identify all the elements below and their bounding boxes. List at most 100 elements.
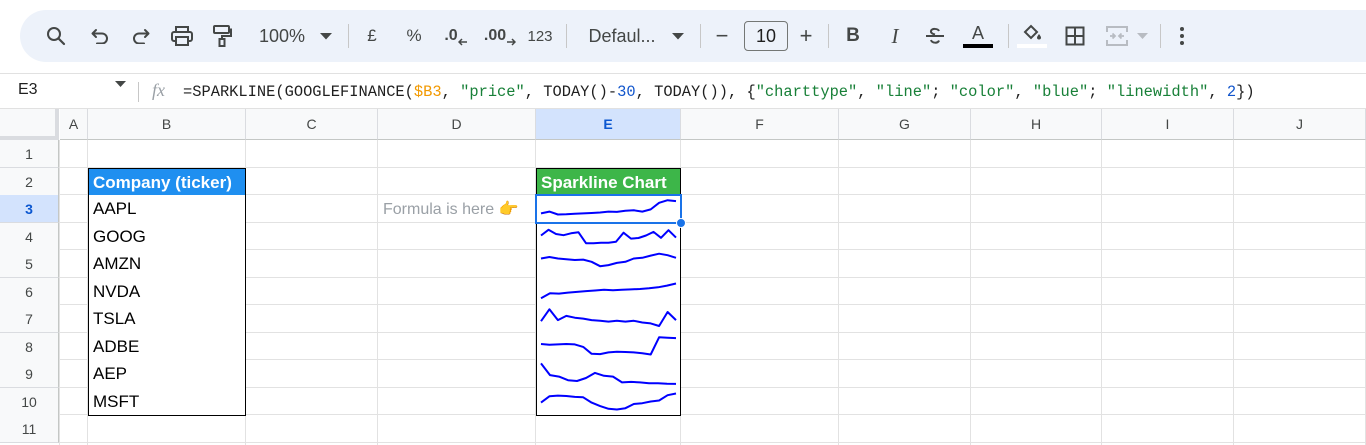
- name-box[interactable]: E3: [18, 81, 38, 99]
- column-header-e[interactable]: E: [536, 109, 681, 140]
- toolbar-divider: [1008, 24, 1009, 48]
- select-all-corner[interactable]: [0, 109, 59, 140]
- ticker-cell-tsla[interactable]: TSLA: [88, 305, 246, 334]
- paint-format-icon[interactable]: [206, 10, 238, 62]
- sparkline-line: [540, 362, 677, 385]
- sparkline-line: [540, 199, 677, 216]
- ticker-cell-aapl[interactable]: AAPL: [88, 195, 246, 224]
- ticker-cell-amzn[interactable]: AMZN: [88, 250, 246, 279]
- arrow-left-icon: [457, 38, 467, 46]
- chevron-down-icon[interactable]: [1134, 10, 1150, 62]
- sparkline-svg: [540, 308, 677, 327]
- ticker-cell-aep[interactable]: AEP: [88, 360, 246, 389]
- sparkline-aapl[interactable]: [536, 195, 681, 224]
- column-header-h[interactable]: H: [971, 109, 1102, 140]
- toolbar-divider: [700, 24, 701, 48]
- increase-decimal-button[interactable]: .00: [482, 10, 518, 62]
- fill-color-button[interactable]: [1016, 10, 1048, 62]
- row-header-6[interactable]: 6: [0, 278, 59, 306]
- sparkline-adbe[interactable]: [536, 333, 681, 361]
- sparkline-line: [540, 252, 677, 268]
- column-header-i[interactable]: I: [1102, 109, 1234, 140]
- sheet-grid[interactable]: A B C D E F G H I J 1 2 3 4 5 6 7 8 9 10 11 Company (ticker) S…: [0, 109, 1366, 445]
- sparkline-svg: [540, 199, 677, 216]
- column-header-b[interactable]: B: [88, 109, 246, 140]
- toolbar-divider: [348, 24, 349, 48]
- number-format-label: 123: [527, 27, 553, 45]
- font-select[interactable]: Defaul...: [582, 10, 662, 62]
- column-header-d[interactable]: D: [378, 109, 536, 140]
- row-header-8[interactable]: 8: [0, 333, 59, 361]
- formula-text: ,: [1208, 83, 1227, 101]
- percent-format-button[interactable]: %: [402, 10, 426, 62]
- ticker-cell-adbe[interactable]: ADBE: [88, 333, 246, 361]
- sparkline-aep[interactable]: [536, 360, 681, 389]
- formula-string: "price": [460, 83, 525, 101]
- bold-button[interactable]: B: [840, 10, 866, 62]
- column-header-c[interactable]: C: [246, 109, 378, 140]
- row-header-9[interactable]: 9: [0, 360, 59, 388]
- row-header-2[interactable]: 2: [0, 168, 59, 196]
- merge-cells-icon[interactable]: [1102, 10, 1132, 62]
- sparkline-chart-header[interactable]: Sparkline Chart: [536, 168, 681, 197]
- sparkline-svg: [540, 362, 677, 385]
- row-header-4[interactable]: 4: [0, 223, 59, 251]
- formula-input[interactable]: =SPARKLINE(GOOGLEFINANCE($B3, "price", T…: [183, 83, 1255, 101]
- sparkline-amzn[interactable]: [536, 250, 681, 279]
- font-size-input[interactable]: 10: [744, 21, 788, 51]
- redo-icon[interactable]: [125, 10, 157, 62]
- sparkline-goog[interactable]: [536, 223, 681, 251]
- sparkline-msft[interactable]: [536, 388, 681, 416]
- decrease-decimal-button[interactable]: .0: [440, 10, 472, 62]
- zoom-value: 100%: [258, 25, 306, 46]
- font-size-value: 10: [755, 25, 777, 46]
- toolbar-divider: [566, 24, 567, 48]
- column-header-a[interactable]: A: [60, 109, 88, 140]
- borders-icon[interactable]: [1060, 10, 1090, 62]
- grid-line: [60, 304, 1366, 305]
- formula-text: ,: [1014, 83, 1033, 101]
- row-header-3[interactable]: 3: [0, 195, 59, 223]
- company-ticker-header[interactable]: Company (ticker): [88, 168, 246, 197]
- row-header-11[interactable]: 11: [0, 415, 59, 443]
- formula-number: 2: [1226, 83, 1237, 101]
- italic-icon: I: [891, 23, 899, 48]
- column-header-f[interactable]: F: [681, 109, 839, 140]
- sparkline-nvda[interactable]: [536, 278, 681, 306]
- ticker-cell-msft[interactable]: MSFT: [88, 388, 246, 416]
- percent-label: %: [406, 26, 422, 45]
- column-header-j[interactable]: J: [1234, 109, 1366, 140]
- ticker-cell-goog[interactable]: GOOG: [88, 223, 246, 251]
- print-icon[interactable]: [166, 10, 198, 62]
- zoom-select[interactable]: 100%: [252, 10, 312, 62]
- grid-line: [60, 222, 1366, 223]
- more-formats-button[interactable]: 123: [524, 10, 556, 62]
- row-header-7[interactable]: 7: [0, 305, 59, 333]
- formula-text: =SPARKLINE(GOOGLEFINANCE(: [183, 83, 414, 101]
- sparkline-svg: [540, 336, 677, 356]
- fill-handle[interactable]: [676, 218, 686, 228]
- undo-icon[interactable]: [84, 10, 116, 62]
- search-menus-icon[interactable]: [40, 10, 72, 62]
- strikethrough-icon[interactable]: [922, 10, 948, 62]
- plus-icon: +: [799, 23, 813, 48]
- more-options-icon[interactable]: [1170, 10, 1194, 62]
- ticker-cell-nvda[interactable]: NVDA: [88, 278, 246, 306]
- italic-button[interactable]: I: [882, 10, 908, 62]
- decrease-font-size-button[interactable]: −: [712, 10, 732, 62]
- text-color-button[interactable]: A: [962, 10, 994, 62]
- sparkline-tsla[interactable]: [536, 305, 681, 334]
- currency-format-button[interactable]: £: [360, 10, 384, 62]
- decrease-decimal-label: .0: [444, 27, 458, 44]
- chevron-down-icon[interactable]: [110, 66, 130, 102]
- row-header-10[interactable]: 10: [0, 388, 59, 416]
- sparkline-svg: [540, 252, 677, 268]
- increase-decimal-label: .00: [483, 27, 507, 44]
- chevron-down-icon[interactable]: [316, 10, 336, 62]
- column-header-g[interactable]: G: [839, 109, 971, 140]
- row-header-5[interactable]: 5: [0, 250, 59, 278]
- row-header-1[interactable]: 1: [0, 140, 59, 168]
- sparkline-svg: [540, 392, 677, 411]
- chevron-down-icon[interactable]: [668, 10, 688, 62]
- increase-font-size-button[interactable]: +: [796, 10, 816, 62]
